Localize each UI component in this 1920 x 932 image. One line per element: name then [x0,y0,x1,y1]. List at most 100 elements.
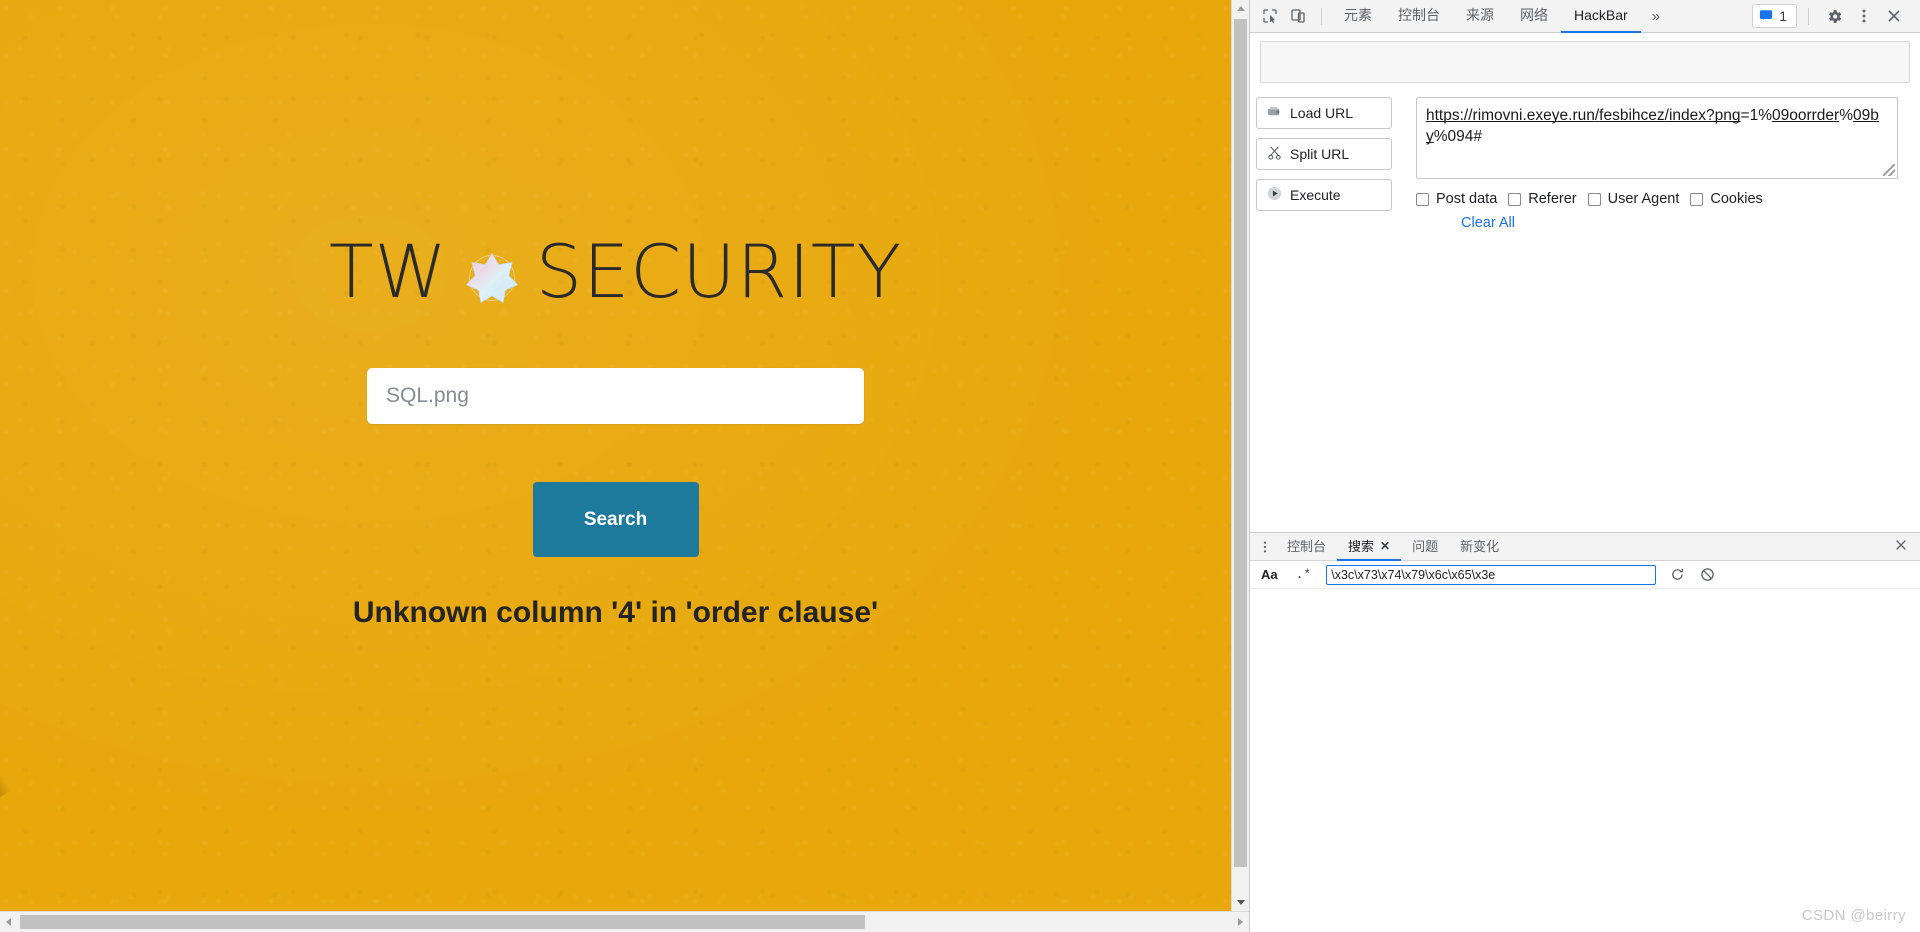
user-agent-checkbox[interactable]: User Agent [1587,191,1680,207]
play-icon [1267,186,1282,204]
devtools-panel: 元素 控制台 来源 网络 HackBar » 1 Load URL Split … [1249,0,1920,932]
url-token-1: 09oorrder [1772,107,1840,124]
watermark: CSDN @beirry [1801,907,1906,924]
post-data-label: Post data [1436,191,1498,207]
url-path: fesbihcez [1599,107,1665,124]
page-content: TW SECURITY SQL.png Search Unknown colum… [0,0,1231,630]
scissors-icon [1267,145,1282,163]
message-count: 1 [1779,8,1787,24]
hackbar-url-section: https://rimovni.exeye.run/fesbihcez/inde… [1416,97,1910,231]
page-horizontal-scrollbar[interactable] [0,911,1249,932]
tab-elements[interactable]: 元素 [1331,0,1385,33]
message-badge[interactable]: 1 [1752,4,1797,28]
hackbar-action-buttons: Load URL Split URL Execute [1256,97,1392,231]
hackbar-options: Post data Referer User Agent Cookies [1416,191,1898,207]
referer-label: Referer [1528,191,1577,207]
close-icon[interactable]: ✕ [1380,539,1390,553]
devtools-tab-list: 元素 控制台 来源 网络 HackBar » [1331,0,1671,33]
devtools-drawer: 控制台 搜索 ✕ 问题 新变化 Aa .* [1250,532,1920,932]
screenshot-root: TW SECURITY SQL.png Search Unknown colum… [0,0,1920,932]
drawer-tab-whatsnew-label: 新变化 [1460,539,1500,554]
cookies-checkbox[interactable]: Cookies [1690,191,1763,207]
search-button[interactable]: Search [532,482,699,557]
drawer-tab-search-label: 搜索 [1348,539,1375,554]
url-pct: % [1839,107,1854,124]
url-input[interactable]: https://rimovni.exeye.run/fesbihcez/inde… [1416,97,1898,179]
drawer-close-icon[interactable] [1882,538,1920,556]
search-results-list [1250,589,1920,932]
device-toolbar-icon[interactable] [1284,3,1312,29]
tab-sources[interactable]: 来源 [1453,0,1507,33]
hackbar-panel: Load URL Split URL Execute https://rimov… [1250,33,1920,532]
toolbar-divider [1808,7,1809,25]
url-page: index? [1668,107,1715,124]
clear-all-link[interactable]: Clear All [1461,215,1515,231]
load-url-icon [1267,104,1282,122]
toolbar-divider [1321,7,1322,25]
horizontal-scrollbar-thumb[interactable] [20,915,865,929]
url-sep: :// [1459,107,1473,124]
load-url-label: Load URL [1290,105,1354,121]
drawer-tab-search[interactable]: 搜索 ✕ [1337,533,1402,561]
tab-network[interactable]: 网络 [1507,0,1561,33]
textarea-resize-handle[interactable] [1883,164,1895,176]
devtools-tabbar: 元素 控制台 来源 网络 HackBar » 1 [1250,0,1920,33]
post-data-checkbox[interactable]: Post data [1416,191,1497,207]
search-input[interactable] [367,368,864,424]
user-agent-label: User Agent [1607,191,1680,207]
url-param: png [1714,107,1741,124]
split-url-label: Split URL [1290,146,1350,162]
close-icon[interactable] [1880,3,1908,29]
checkbox-box[interactable] [1690,192,1704,206]
checkbox-box[interactable] [1508,192,1522,206]
match-case-button[interactable]: Aa [1258,567,1281,582]
search-query-input[interactable] [1326,564,1657,585]
split-url-button[interactable]: Split URL [1256,138,1392,170]
referer-checkbox[interactable]: Referer [1508,191,1577,207]
hackbar-top-bar [1260,41,1910,83]
scroll-right-arrow-icon[interactable] [1238,918,1243,926]
hackbar-body: Load URL Split URL Execute https://rimov… [1250,83,1920,231]
search-toolbar: Aa .* [1250,561,1920,589]
drawer-tabbar: 控制台 搜索 ✕ 问题 新变化 [1250,533,1920,561]
url-rest: =1% [1740,107,1772,124]
drawer-tab-console[interactable]: 控制台 [1276,533,1337,561]
starburst-logo-icon [464,245,520,303]
url-host: rimovni.exeye.run [1472,107,1595,124]
message-icon [1759,8,1773,25]
url-scheme: https [1426,107,1460,124]
devtools-toolbar-actions: 1 [1752,3,1914,29]
inspect-element-icon[interactable] [1256,3,1284,29]
drawer-tab-whatsnew[interactable]: 新变化 [1449,533,1510,561]
drawer-tab-issues-label: 问题 [1412,539,1439,554]
checkbox-box[interactable] [1587,192,1601,206]
page-title: TW SECURITY [0,236,1231,309]
gear-icon[interactable] [1820,3,1848,29]
vertical-scrollbar-thumb[interactable] [1234,19,1247,867]
vertical-dots-icon[interactable] [1850,3,1878,29]
regex-button[interactable]: .* [1293,567,1315,582]
cookies-label: Cookies [1710,191,1763,207]
brand-prefix: TW [328,230,448,315]
drawer-tab-console-label: 控制台 [1287,539,1327,554]
scroll-down-arrow-icon[interactable] [1237,900,1245,905]
vertical-dots-icon[interactable] [1254,540,1276,554]
error-message: Unknown column '4' in 'order clause' [352,596,879,629]
checkbox-box[interactable] [1416,192,1429,206]
browser-page-viewport: TW SECURITY SQL.png Search Unknown colum… [0,0,1249,932]
refresh-icon[interactable] [1668,566,1686,584]
load-url-button[interactable]: Load URL [1256,97,1392,129]
page-vertical-scrollbar[interactable] [1231,0,1249,911]
brand-suffix: SECURITY [535,230,903,315]
more-tabs-icon[interactable]: » [1641,0,1671,33]
scroll-up-arrow-icon[interactable] [1237,6,1245,11]
page-background: TW SECURITY SQL.png Search Unknown colum… [0,0,1231,911]
execute-label: Execute [1290,187,1341,203]
clear-icon[interactable] [1698,566,1716,584]
tab-hackbar[interactable]: HackBar [1561,0,1641,33]
drawer-tab-issues[interactable]: 问题 [1401,533,1449,561]
url-tail: %094# [1433,128,1483,146]
scroll-left-arrow-icon[interactable] [6,918,11,926]
execute-button[interactable]: Execute [1256,179,1392,211]
tab-console[interactable]: 控制台 [1385,0,1453,33]
